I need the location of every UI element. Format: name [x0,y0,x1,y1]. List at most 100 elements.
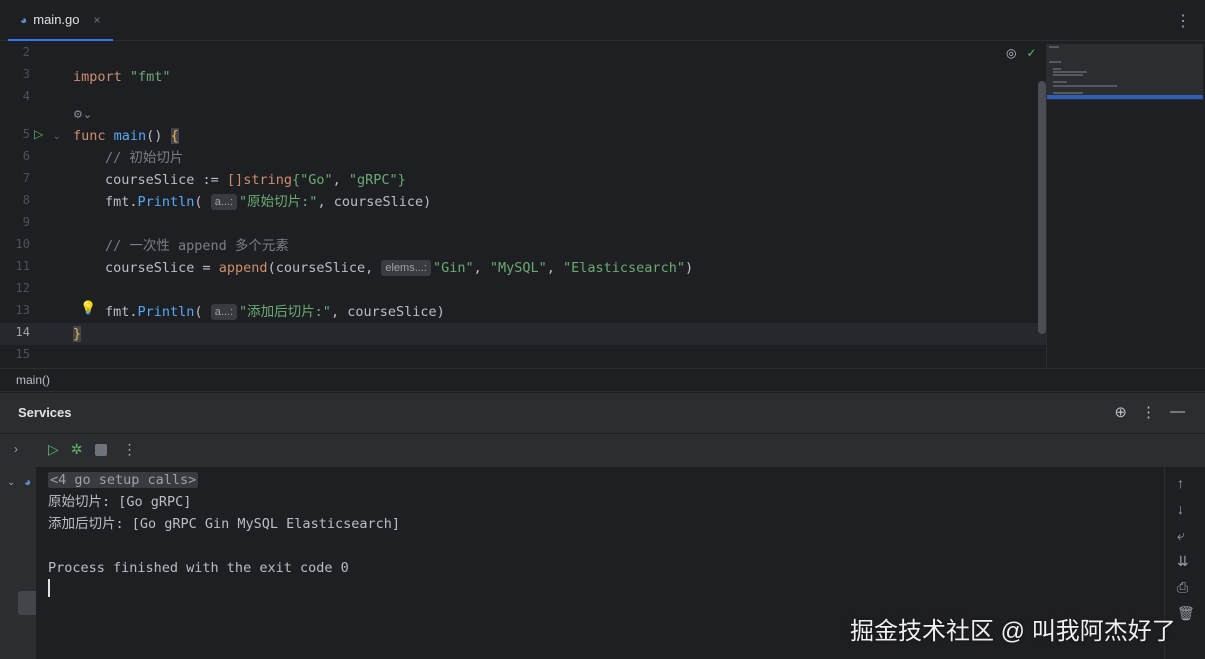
code-token: , courseSlice) [330,304,445,320]
more-options-icon[interactable]: ⋮ [123,441,137,458]
breadcrumb-item-main[interactable]: main() [16,373,50,387]
code-token: ) [684,260,694,276]
minimap-line [1053,92,1083,94]
debug-bug-icon[interactable]: ✲ [71,441,83,458]
code-token: { [291,172,301,188]
code-token: , [473,260,490,276]
code-token: (courseSlice, [267,260,382,276]
line-number: 3 [22,67,30,81]
line-number: 2 [22,45,30,59]
code-line-13: fmt.Println( a...: "添加后切片:", courseSlice) [105,301,445,323]
minimap-line [1053,85,1117,87]
line-number: 7 [22,171,30,185]
line-number: 12 [15,281,30,295]
code-token: ( [194,304,203,320]
minimize-icon[interactable]: — [1170,403,1185,421]
console-line: 添加后切片: [Go gRPC Gin MySQL Elasticsearch] [48,516,400,532]
minimap-line [1053,74,1083,76]
arrow-down-icon[interactable]: ↓ [1177,501,1184,517]
line-number: 5 [22,127,30,141]
breadcrumb: main() [0,368,1205,392]
code-editor[interactable]: 2 3 4 5 6 7 8 9 10 11 12 13 14 15 ▷ ⌄ ⚙⌄… [0,41,1205,368]
comment: // 一次性 append 多个元素 [105,238,289,254]
scroll-to-end-icon[interactable]: ⇊ [1177,553,1189,570]
code-token: , courseSlice) [317,194,432,210]
minimap-line [1049,61,1061,63]
code-line-14: } [73,323,82,345]
no-problems-check-icon[interactable]: ✓ [1026,46,1036,60]
console-line: <4 go setup calls> [48,469,199,491]
line-number: 15 [15,347,30,361]
minimap-line [1053,68,1061,70]
parameter-hint: a...: [210,194,238,210]
console-line: Process finished with the exit code 0 [48,560,349,576]
folded-setup-calls[interactable]: <4 go setup calls> [48,472,199,488]
code-line-11: courseSlice = append(courseSlice, elems.… [105,257,693,279]
soft-wrap-icon[interactable]: ⤶ [1177,527,1185,544]
line-number: 8 [22,193,30,207]
minimap-line [1053,81,1067,83]
string-literal: "原始切片:" [239,194,318,210]
string-literal: "Go" [300,172,333,188]
chevron-right-icon[interactable]: › [14,442,18,456]
console-line: 原始切片: [Go gRPC] [48,494,192,510]
line-number: 4 [22,89,30,103]
string-literal: "Elasticsearch" [563,260,685,276]
close-tab-icon[interactable]: × [94,13,101,27]
code-token: , [546,260,564,276]
code-line-5: func main() { [73,125,179,147]
code-token: } [397,172,406,188]
string-literal: "Gin" [432,260,474,276]
stop-button[interactable] [94,443,107,456]
crosshair-icon[interactable]: ⊕ [1114,403,1127,421]
services-actions: ⊕ ⋮ — [1114,403,1185,421]
string-literal: "fmt" [129,69,171,85]
package-name: fmt. [105,194,138,210]
parameter-hint: elems...: [381,260,431,276]
more-options-icon[interactable]: ⋮ [1141,403,1156,421]
tab-label: main.go [33,12,80,27]
services-tree[interactable]: ⌄ ◕ [0,467,36,659]
code-token: ( [194,194,203,210]
line-number: 10 [15,237,30,251]
code-token: , [332,172,349,188]
tree-selection[interactable] [18,591,36,615]
run-main-icon[interactable]: ▷ [34,127,43,141]
reader-mode-icon[interactable]: ◎ [1006,46,1016,60]
line-gutter: 2 3 4 5 6 7 8 9 10 11 12 13 14 15 ▷ ⌄ [0,41,70,368]
parameter-hint: a...: [210,304,238,320]
chevron-down-icon[interactable]: ⌄ [7,477,15,488]
package-name: fmt. [105,304,138,320]
minimap-current-line [1047,95,1203,99]
clear-trash-icon[interactable]: 🗑 [1177,605,1195,622]
code-token: courseSlice = [105,260,219,276]
arrow-up-icon[interactable]: ↑ [1177,475,1184,491]
line-number: 9 [22,215,30,229]
watermark: 掘金技术社区 @ 叫我阿杰好了 [850,618,1176,645]
code-minimap[interactable] [1046,44,1203,368]
code-line-7: courseSlice := []string{"Go", "gRPC"} [105,169,406,191]
code-lines: import "fmt" func main() { // 初始切片 cours… [73,41,1043,368]
rerun-button[interactable]: ▷ [48,441,59,458]
keyword: import [73,69,122,85]
tab-main-go[interactable]: ◕ main.go × [8,0,113,41]
run-controls: ▷ ✲ ⋮ [48,441,137,458]
minimap-line [1053,71,1087,73]
brace: } [73,326,82,342]
function-name: append [218,260,268,276]
tab-more-icon[interactable]: ⋮ [1175,11,1191,31]
code-token: () [146,128,171,144]
line-number: 13 [15,303,30,317]
function-name: Println [137,304,195,320]
minimap-line [1049,46,1059,48]
editor-scrollbar[interactable] [1038,81,1046,334]
go-run-config-icon[interactable]: ◕ [24,475,31,489]
code-token: [] [226,172,244,188]
line-number: 11 [15,259,30,273]
editor-tab-bar: ◕ main.go × ⋮ [0,0,1205,41]
brace: { [170,128,179,144]
string-literal: "MySQL" [489,260,547,276]
print-icon[interactable]: ⎙ [1177,579,1188,596]
text-caret [48,579,50,597]
chevron-down-icon[interactable]: ⌄ [53,131,61,142]
